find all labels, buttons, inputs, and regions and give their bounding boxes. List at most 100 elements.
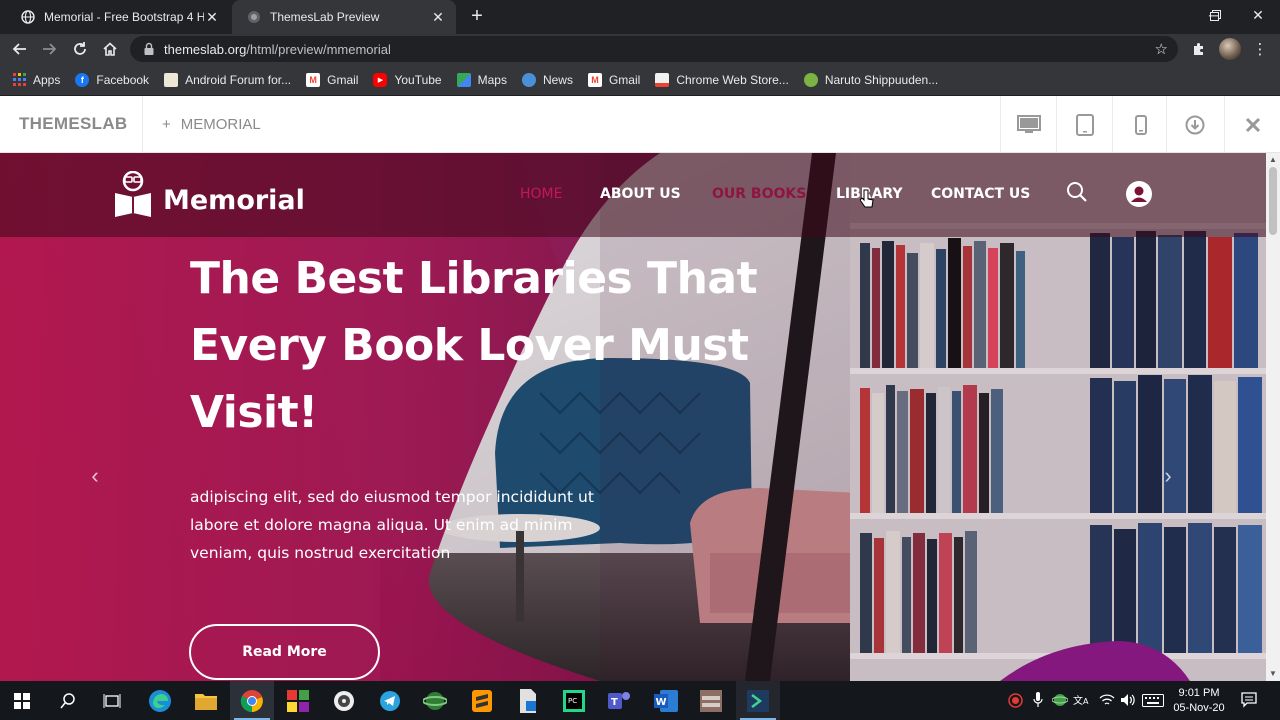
- theme-selector[interactable]: + MEMORIAL: [162, 116, 261, 133]
- profile-avatar[interactable]: [1219, 38, 1241, 60]
- scroll-thumb[interactable]: [1269, 167, 1277, 235]
- keyboard-icon[interactable]: [1142, 694, 1164, 707]
- record-icon[interactable]: [1008, 693, 1023, 708]
- tablet-view-icon[interactable]: [1056, 96, 1112, 153]
- word-icon[interactable]: W: [653, 688, 679, 714]
- powershell-icon[interactable]: [745, 688, 771, 714]
- carousel-prev-icon[interactable]: ‹: [85, 463, 105, 488]
- bookmark-maps[interactable]: Maps: [456, 72, 507, 87]
- chrome-icon[interactable]: [239, 688, 265, 714]
- bookmark-star-icon[interactable]: ☆: [1155, 40, 1168, 58]
- bookmark-android-forum[interactable]: Android Forum for...: [164, 72, 292, 87]
- teams-icon[interactable]: T: [607, 688, 633, 714]
- bookmark-news[interactable]: News: [521, 72, 573, 87]
- document-app-icon[interactable]: [515, 688, 541, 714]
- plus-icon: +: [162, 116, 171, 133]
- read-more-button[interactable]: Read More: [189, 624, 380, 680]
- file-explorer-icon[interactable]: [193, 688, 219, 714]
- headline-line: The Best Libraries That: [190, 253, 758, 304]
- headline-line: Visit!: [190, 387, 318, 438]
- news-icon: [521, 72, 536, 87]
- forward-icon[interactable]: [38, 38, 60, 60]
- bookmark-apps[interactable]: Apps: [12, 73, 60, 87]
- close-window-icon[interactable]: ✕: [1236, 0, 1280, 30]
- user-account-icon[interactable]: [1126, 181, 1152, 207]
- bookmark-gmail[interactable]: M Gmail: [306, 72, 358, 87]
- tab-title: ThemesLab Preview: [270, 10, 380, 24]
- task-view-icon[interactable]: [99, 688, 125, 714]
- theme-name: MEMORIAL: [180, 116, 261, 133]
- microphone-icon[interactable]: [1033, 692, 1043, 708]
- svg-text:PC: PC: [568, 697, 577, 705]
- restore-icon[interactable]: [1193, 0, 1237, 30]
- bookmark-facebook[interactable]: f Facebook: [75, 72, 150, 87]
- back-icon[interactable]: [9, 38, 31, 60]
- vertical-scrollbar[interactable]: ▲ ▼: [1266, 153, 1280, 681]
- search-icon[interactable]: [55, 688, 81, 714]
- new-tab-button[interactable]: +: [466, 5, 488, 27]
- carousel-next-icon[interactable]: ›: [1158, 463, 1178, 488]
- wifi-icon[interactable]: [1099, 693, 1115, 707]
- nav-about-us[interactable]: ABOUT US: [600, 186, 681, 202]
- lead-line: labore et dolore magna aliqua. Ut enim a…: [190, 516, 573, 534]
- close-icon[interactable]: ✕: [204, 9, 220, 26]
- tab-themeslab-preview[interactable]: ThemesLab Preview ✕: [232, 0, 456, 34]
- media-player-icon[interactable]: [331, 688, 357, 714]
- system-clock[interactable]: 9:01 PM 05-Nov-20: [1166, 686, 1232, 716]
- tab-memorial[interactable]: Memorial - Free Bootstrap 4 HTML ✕: [6, 0, 230, 34]
- mobile-view-icon[interactable]: [1112, 96, 1168, 153]
- notifications-icon[interactable]: [1241, 692, 1257, 708]
- pycharm-icon[interactable]: PC: [561, 688, 587, 714]
- hand-cursor-icon: [860, 189, 874, 208]
- search-icon[interactable]: [1066, 181, 1088, 203]
- scroll-up-icon[interactable]: ▲: [1266, 153, 1280, 167]
- edge-icon[interactable]: [147, 688, 173, 714]
- download-icon[interactable]: [1166, 96, 1222, 153]
- windows-start-icon[interactable]: [9, 688, 35, 714]
- naruto-icon: [803, 72, 818, 87]
- nav-contact-us[interactable]: CONTACT US: [931, 186, 1030, 202]
- bookmark-chrome-web-store[interactable]: Chrome Web Store...: [655, 72, 789, 87]
- scroll-down-icon[interactable]: ▼: [1266, 667, 1280, 681]
- apps-grid-icon: [12, 73, 26, 87]
- themeslab-logo[interactable]: THEMESLAB: [19, 114, 127, 134]
- bookmark-label: Chrome Web Store...: [676, 72, 789, 87]
- bookmark-gmail-2[interactable]: M Gmail: [587, 72, 641, 87]
- extensions-puzzle-icon[interactable]: [1188, 38, 1210, 60]
- bookmark-youtube[interactable]: ▶ YouTube: [373, 72, 442, 87]
- reload-icon[interactable]: [69, 38, 91, 60]
- bookmark-label: YouTube: [394, 72, 442, 87]
- facebook-icon: f: [75, 72, 90, 87]
- bookmark-label: Maps: [477, 72, 507, 87]
- bookmark-label: Facebook: [96, 72, 150, 87]
- svg-text:W: W: [656, 697, 667, 708]
- close-icon[interactable]: ✕: [430, 9, 446, 26]
- home-icon[interactable]: [99, 38, 121, 60]
- bookmark-label: Android Forum for...: [185, 72, 292, 87]
- bookmark-label: Gmail: [608, 72, 641, 87]
- nav-home[interactable]: HOME: [520, 186, 562, 202]
- nav-our-books[interactable]: OUR BOOKS: [712, 186, 806, 202]
- tab-title: Memorial - Free Bootstrap 4 HTML: [44, 10, 204, 24]
- address-bar[interactable]: themeslab.org/html/preview/mmemorial ☆: [130, 36, 1178, 62]
- language-icon[interactable]: 文A: [1073, 693, 1091, 707]
- url-text: themeslab.org/html/preview/mmemorial: [164, 41, 391, 57]
- globe-app-icon[interactable]: [422, 688, 448, 714]
- network-app-icon[interactable]: [1052, 693, 1068, 707]
- globe-icon: [246, 9, 262, 25]
- volume-icon[interactable]: [1120, 693, 1136, 707]
- divider: [142, 96, 143, 153]
- bookmark-label: News: [542, 72, 573, 87]
- bookmark-naruto[interactable]: Naruto Shippuuden...: [803, 72, 938, 87]
- lead-line: adipiscing elit, sed do eiusmod tempor i…: [190, 488, 594, 506]
- clock-date: 05-Nov-20: [1173, 702, 1225, 714]
- colorful-grid-app-icon[interactable]: [285, 688, 311, 714]
- sublime-text-icon[interactable]: [469, 688, 495, 714]
- archive-app-icon[interactable]: [698, 688, 724, 714]
- menu-dots-icon[interactable]: ⋮: [1249, 38, 1271, 60]
- chrome-web-store-icon: [655, 72, 670, 87]
- close-preview-icon[interactable]: [1224, 96, 1280, 153]
- telegram-icon[interactable]: [377, 688, 403, 714]
- bookmarks-bar: Apps f Facebook Android Forum for... M G…: [0, 64, 1280, 96]
- desktop-view-icon[interactable]: [1000, 96, 1056, 153]
